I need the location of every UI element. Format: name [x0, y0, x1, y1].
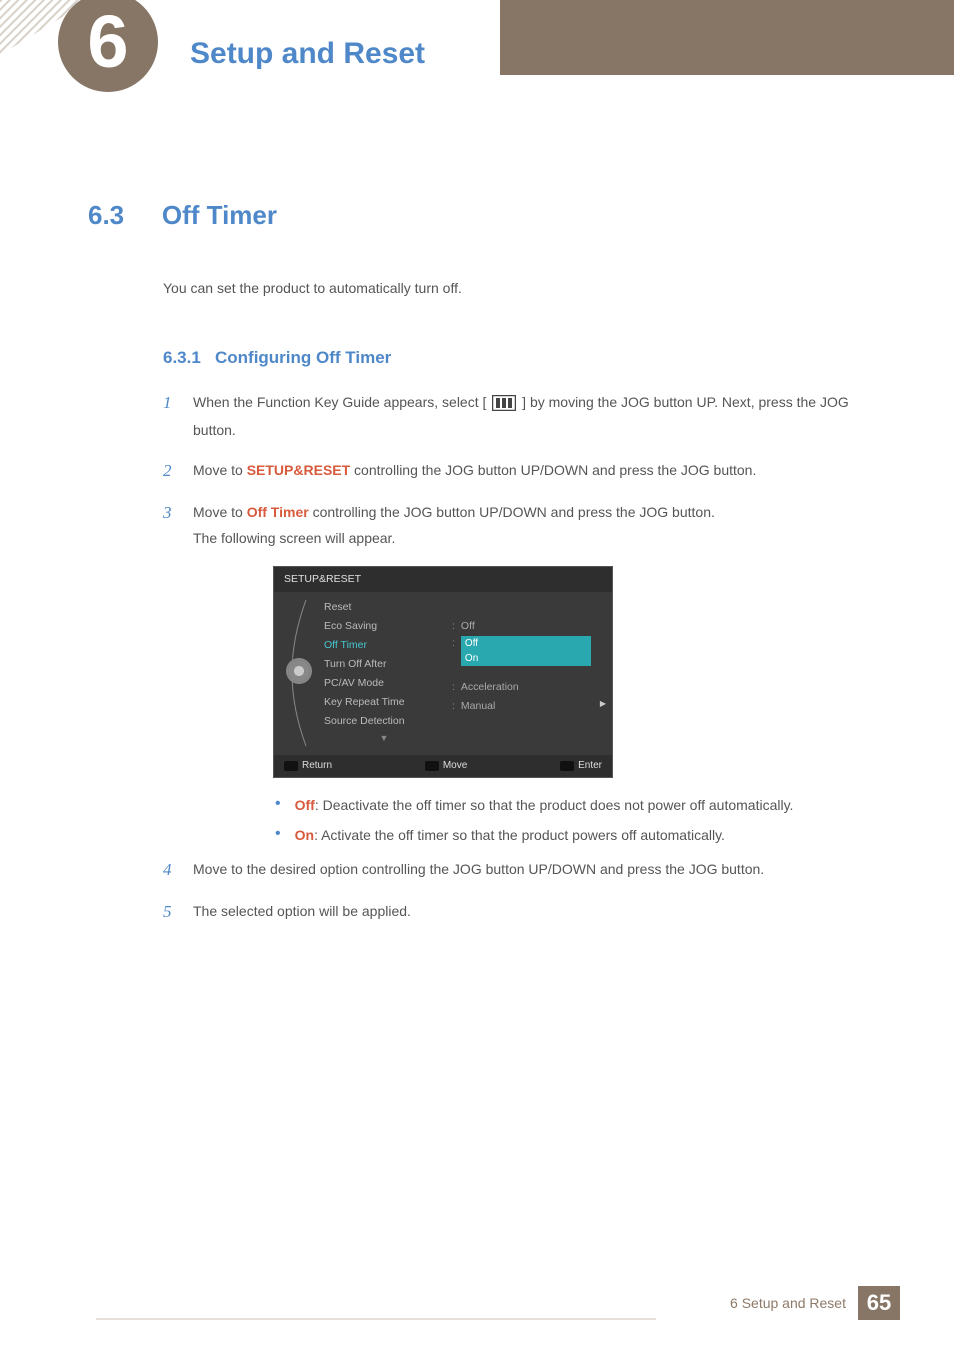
osd-value-off-timer-on: :On: [452, 651, 604, 666]
step-5: 5 The selected option will be applied.: [163, 898, 866, 925]
osd-icon-column: [282, 598, 316, 745]
osd-item-pc-av-mode: PC/AV Mode: [324, 674, 444, 693]
osd-item-eco-saving: Eco Saving: [324, 617, 444, 636]
step-text: Move to: [193, 462, 247, 478]
bullet-desc: : Deactivate the off timer so that the p…: [315, 797, 794, 813]
step-text: When the Function Key Guide appears, sel…: [193, 394, 486, 410]
step-text: Move to: [193, 504, 247, 520]
section-title: Off Timer: [162, 200, 277, 230]
triangle-right-icon: ▶: [600, 698, 606, 711]
osd-value-key-repeat: :Acceleration: [452, 678, 604, 697]
step-number: 1: [163, 389, 179, 443]
bullet-icon: •: [275, 824, 281, 846]
step-number: 4: [163, 856, 179, 883]
bullet-text: On: Activate the off timer so that the p…: [295, 824, 725, 846]
osd-panel: SETUP&RESET Reset Eco Saving Off Timer T…: [273, 566, 613, 778]
osd-item-turn-off-after: Turn Off After: [324, 655, 444, 674]
bullet-text: Off: Deactivate the off timer so that th…: [295, 794, 794, 816]
osd-value-off-timer: :Off: [452, 636, 604, 651]
section-intro: You can set the product to automatically…: [163, 277, 866, 299]
option-bullets: • Off: Deactivate the off timer so that …: [275, 794, 866, 847]
osd-label-column: Reset Eco Saving Off Timer Turn Off Afte…: [324, 598, 444, 745]
menu-icon: [490, 390, 518, 417]
page-footer: 6 Setup and Reset 65: [730, 1286, 900, 1320]
step-number: 3: [163, 499, 179, 552]
osd-item-source-detection: Source Detection: [324, 712, 444, 731]
osd-value-eco: :Off: [452, 617, 604, 636]
footer-rule: [96, 1318, 656, 1320]
osd-value: [452, 666, 604, 678]
step-body: Move to Off Timer controlling the JOG bu…: [193, 499, 866, 552]
osd-body: Reset Eco Saving Off Timer Turn Off Afte…: [274, 592, 612, 755]
step-text: controlling the JOG button UP/DOWN and p…: [350, 462, 756, 478]
step-text: controlling the JOG button UP/DOWN and p…: [309, 504, 715, 520]
section-heading: 6.3 Off Timer: [88, 195, 866, 237]
step-body: When the Function Key Guide appears, sel…: [193, 389, 866, 443]
step-body: The selected option will be applied.: [193, 898, 866, 925]
step-highlight: Off Timer: [247, 504, 309, 520]
bullet-desc: : Activate the off timer so that the pro…: [314, 827, 725, 843]
step-3: 3 Move to Off Timer controlling the JOG …: [163, 499, 866, 552]
osd-value-source-detection: :Manual: [452, 697, 604, 716]
chapter-title: Setup and Reset: [190, 30, 425, 78]
enter-icon: [560, 761, 574, 771]
step-text: The following screen will appear.: [193, 530, 395, 546]
subsection-number: 6.3.1: [163, 348, 201, 367]
osd-value: [452, 598, 604, 617]
step-body: Move to SETUP&RESET controlling the JOG …: [193, 457, 866, 484]
return-icon: [284, 761, 298, 771]
osd-title: SETUP&RESET: [274, 567, 612, 592]
step-highlight: SETUP&RESET: [247, 462, 350, 478]
step-body: Move to the desired option controlling t…: [193, 856, 866, 883]
bullet-off: • Off: Deactivate the off timer so that …: [275, 794, 866, 816]
bullet-on: • On: Activate the off timer so that the…: [275, 824, 866, 846]
osd-footer-move: Move: [425, 758, 467, 774]
bullet-icon: •: [275, 794, 281, 816]
page-number: 65: [858, 1286, 900, 1320]
step-number: 5: [163, 898, 179, 925]
chevron-down-icon: ▼: [324, 731, 444, 745]
step-number: 2: [163, 457, 179, 484]
step-list: 1 When the Function Key Guide appears, s…: [163, 389, 866, 925]
bullet-label: On: [295, 827, 314, 843]
osd-value-column: :Off :Off :On :Acceleration :Manual: [452, 598, 604, 745]
section-number: 6.3: [88, 195, 158, 237]
footer-label: 6 Setup and Reset: [730, 1292, 846, 1314]
page-content: 6.3 Off Timer You can set the product to…: [0, 75, 954, 925]
osd-item-reset: Reset: [324, 598, 444, 617]
step-4: 4 Move to the desired option controlling…: [163, 856, 866, 883]
osd-footer: Return Move Enter: [274, 755, 612, 777]
osd-footer-return: Return: [284, 758, 332, 774]
osd-item-off-timer: Off Timer: [324, 636, 444, 655]
subsection-title: Configuring Off Timer: [215, 348, 391, 367]
bullet-label: Off: [295, 797, 315, 813]
osd-screenshot: SETUP&RESET Reset Eco Saving Off Timer T…: [273, 566, 613, 778]
osd-item-key-repeat-time: Key Repeat Time: [324, 693, 444, 712]
step-2: 2 Move to SETUP&RESET controlling the JO…: [163, 457, 866, 484]
step-1: 1 When the Function Key Guide appears, s…: [163, 389, 866, 443]
subsection-heading: 6.3.1 Configuring Off Timer: [163, 344, 866, 371]
gear-icon: [288, 660, 310, 682]
move-icon: [425, 761, 439, 771]
osd-footer-enter: Enter: [560, 758, 602, 774]
page-header: 6 Setup and Reset: [0, 0, 954, 75]
